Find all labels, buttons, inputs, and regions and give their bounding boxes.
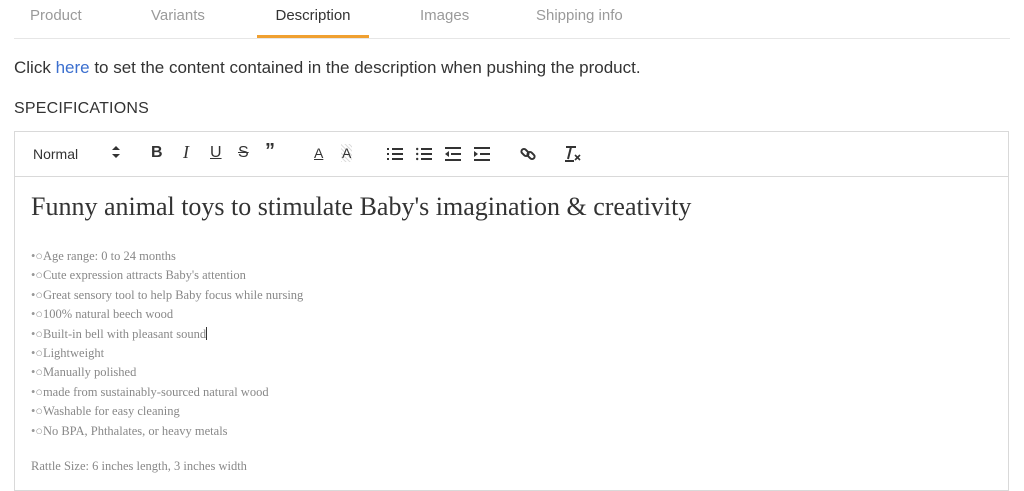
list-item-text: Cute expression attracts Baby's attentio…: [42, 268, 246, 283]
list-item: •○No BPA, Phthalates, or heavy metals: [31, 422, 998, 441]
underline-button[interactable]: U: [210, 144, 222, 162]
text-cursor: [206, 326, 208, 340]
list-item-text: Built-in bell with pleasant sound: [42, 326, 207, 341]
list-item-text: Washable for easy cleaning: [42, 404, 180, 419]
bold-button[interactable]: B: [151, 144, 163, 162]
rich-text-editor: Normal B I U S ” A A Funny animal toys t…: [14, 131, 1009, 491]
list-item: •○Manually polished: [31, 363, 998, 382]
list-item: •○Cute expression attracts Baby's attent…: [31, 266, 998, 285]
bullet-marker: •○: [31, 346, 43, 361]
rattle-size-text: Rattle Size: 6 inches length, 3 inches w…: [31, 459, 247, 474]
bullet-marker: •○: [31, 287, 43, 302]
list-item-text: Great sensory tool to help Baby focus wh…: [42, 287, 304, 302]
ordered-list-icon: [387, 148, 403, 160]
font-color-button[interactable]: A: [314, 144, 323, 162]
font-color-icon: A: [314, 145, 324, 161]
italic-button[interactable]: I: [183, 143, 189, 161]
list-item-text: 100% natural beech wood: [42, 307, 174, 322]
here-link[interactable]: here: [56, 58, 90, 77]
format-select[interactable]: Normal: [33, 145, 78, 163]
tab-shipping-info[interactable]: Shipping info: [536, 7, 623, 38]
description-heading: Funny animal toys to stimulate Baby's im…: [31, 192, 692, 221]
tab-variants[interactable]: Variants: [151, 7, 205, 38]
highlight-button[interactable]: A: [341, 144, 353, 163]
blockquote-button[interactable]: ”: [265, 140, 275, 162]
bullet-marker: •○: [31, 307, 43, 322]
description-instruction: Click here to set the content contained …: [14, 58, 641, 78]
list-item: •○Great sensory tool to help Baby focus …: [31, 286, 998, 305]
bullet-list-button[interactable]: [416, 147, 432, 161]
tab-product[interactable]: Product: [30, 7, 82, 38]
editor-toolbar: Normal B I U S ” A A: [15, 132, 1008, 177]
section-title: SPECIFICATIONS: [14, 100, 149, 117]
list-item: •○Built-in bell with pleasant sound: [31, 325, 998, 344]
list-item: •○Lightweight: [31, 344, 998, 363]
bullet-marker: •○: [31, 384, 43, 399]
spec-list: •○Age range: 0 to 24 months •○Cute expre…: [31, 247, 998, 441]
outdent-button[interactable]: [445, 147, 461, 161]
format-select-arrows-icon[interactable]: [111, 145, 121, 159]
list-item-text: made from sustainably-sourced natural wo…: [42, 384, 269, 399]
list-item: •○Age range: 0 to 24 months: [31, 247, 998, 266]
bullet-marker: •○: [31, 249, 43, 263]
tab-bar: Product Variants Description Images Ship…: [14, 0, 1010, 39]
list-item-text: Age range: 0 to 24 months: [42, 249, 176, 263]
list-item-text: Lightweight: [42, 346, 105, 361]
clear-format-icon: [565, 146, 581, 162]
list-item: •○made from sustainably-sourced natural …: [31, 383, 998, 402]
bullet-marker: •○: [31, 365, 43, 380]
bullet-list-icon: [416, 147, 432, 161]
strikethrough-button[interactable]: S: [238, 144, 249, 162]
editor-content-area[interactable]: Funny animal toys to stimulate Baby's im…: [31, 192, 998, 490]
tab-description[interactable]: Description: [257, 7, 369, 38]
bullet-marker: •○: [31, 268, 43, 283]
link-icon: [520, 147, 536, 161]
instruction-suffix: to set the content contained in the desc…: [89, 58, 641, 77]
list-item: •○100% natural beech wood: [31, 305, 998, 324]
list-item-text: No BPA, Phthalates, or heavy metals: [42, 423, 228, 438]
link-button[interactable]: [520, 146, 536, 162]
outdent-icon: [445, 147, 461, 161]
instruction-prefix: Click: [14, 58, 56, 77]
bullet-marker: •○: [31, 326, 43, 341]
ordered-list-button[interactable]: [387, 147, 403, 161]
quote-icon: ”: [265, 140, 275, 162]
indent-icon: [474, 147, 490, 161]
bullet-marker: •○: [31, 423, 43, 438]
list-item-text: Manually polished: [42, 365, 137, 380]
bullet-marker: •○: [31, 404, 43, 419]
background-color-icon: A: [341, 144, 353, 162]
list-item: •○Washable for easy cleaning: [31, 402, 998, 421]
clear-format-button[interactable]: [564, 145, 582, 163]
tab-images[interactable]: Images: [420, 7, 469, 38]
indent-button[interactable]: [474, 147, 490, 161]
